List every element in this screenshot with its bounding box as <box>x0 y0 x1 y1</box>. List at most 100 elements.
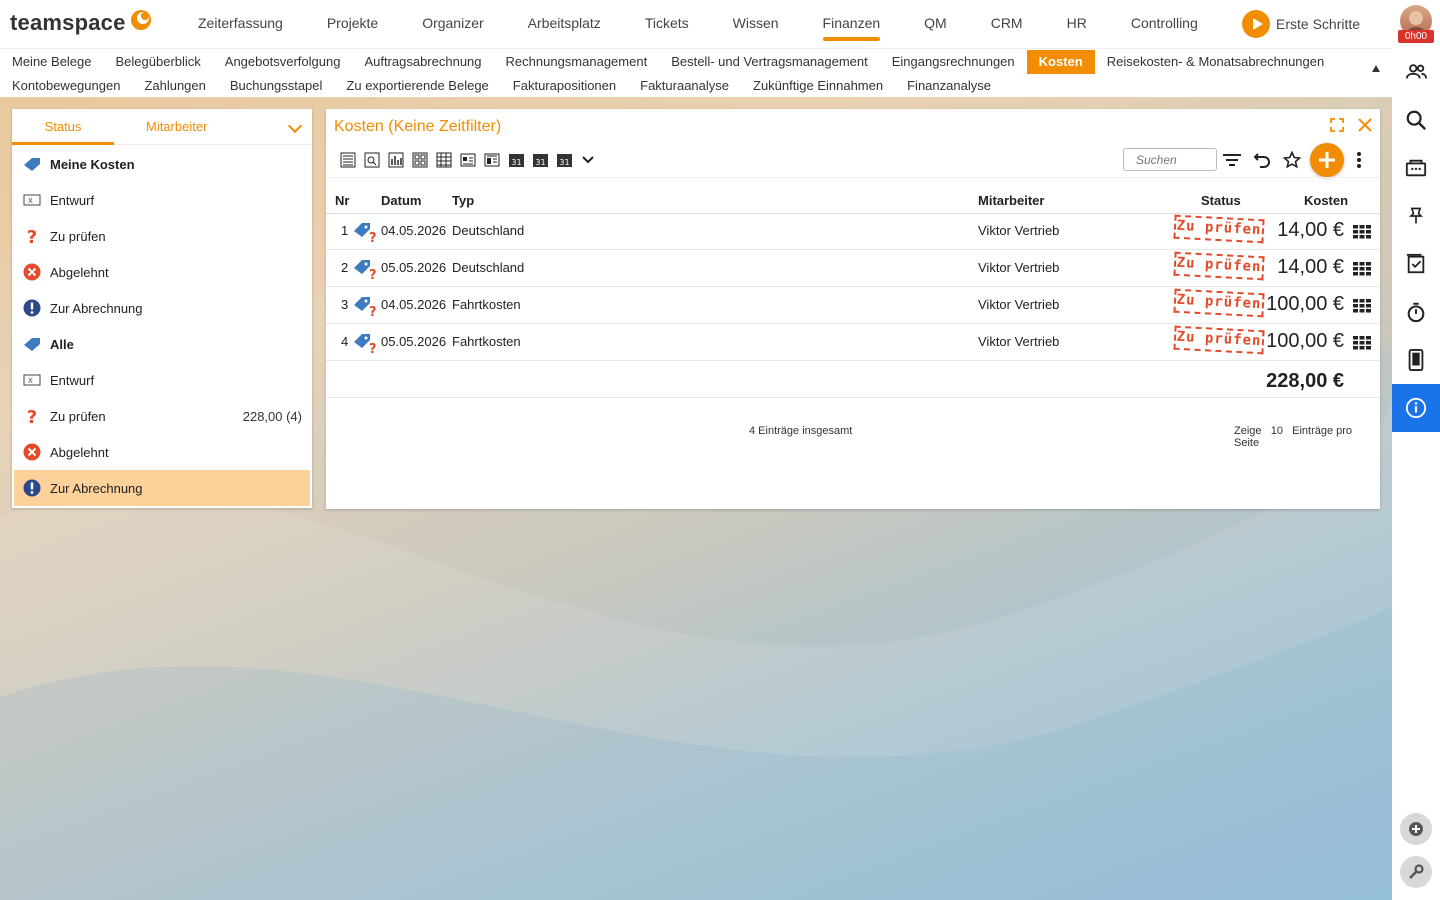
tile-view-icon[interactable] <box>408 148 432 172</box>
col-mitarbeiter[interactable]: Mitarbeiter <box>978 193 1044 208</box>
list-view-icon[interactable] <box>336 148 360 172</box>
col-kosten[interactable]: Kosten <box>1304 193 1348 208</box>
task-icon[interactable] <box>1392 240 1440 288</box>
rejected-icon <box>14 443 50 461</box>
undo-icon[interactable] <box>1249 147 1275 173</box>
nav-item-organizer[interactable]: Organizer <box>400 0 505 48</box>
right-sidebar <box>1392 48 1440 900</box>
collapse-caret-icon[interactable] <box>1372 65 1380 72</box>
table-row[interactable]: 1? 04.05.2026 Deutschland Viktor Vertrieb Zu… <box>326 213 1380 250</box>
close-icon[interactable] <box>1356 116 1374 134</box>
logo[interactable]: teamspace <box>10 10 152 36</box>
nav-item-crm[interactable]: CRM <box>969 0 1045 48</box>
top-bar: teamspace Zeiterfassung Projekte Organizer… <box>0 0 1440 48</box>
search-icon[interactable] <box>1392 96 1440 144</box>
subnav-item[interactable]: Zahlungen <box>132 74 217 98</box>
status-filter-item[interactable]: Alle <box>14 326 310 362</box>
more-vertical-icon[interactable] <box>1346 147 1372 173</box>
add-button[interactable] <box>1310 143 1344 177</box>
gallery-view-icon[interactable] <box>480 148 504 172</box>
status-filter-item[interactable]: Abgelehnt <box>14 254 310 290</box>
tab-status[interactable]: Status <box>12 109 114 145</box>
col-typ[interactable]: Typ <box>452 193 474 208</box>
mobile-icon[interactable] <box>1392 336 1440 384</box>
grid-menu-icon[interactable] <box>1353 336 1371 353</box>
expand-icon[interactable] <box>1330 118 1344 132</box>
filter-icon[interactable] <box>1219 147 1245 173</box>
subnav-item[interactable]: Rechnungsmanagement <box>494 50 660 74</box>
page-size-select[interactable]: 10 <box>1271 425 1283 437</box>
nav-item-wissen[interactable]: Wissen <box>711 0 801 48</box>
col-nr[interactable]: Nr <box>335 193 349 208</box>
add-widget-icon[interactable] <box>1400 813 1432 845</box>
grid-menu-icon[interactable] <box>1353 225 1371 242</box>
subnav-item[interactable]: Zu exportierende Belege <box>334 74 500 98</box>
calendar-week-icon[interactable]: 31 <box>528 148 552 172</box>
table-view-icon[interactable] <box>432 148 456 172</box>
inbox-icon[interactable] <box>1392 144 1440 192</box>
chevron-down-icon[interactable] <box>576 148 600 172</box>
subnav-item[interactable]: Eingangsrechnungen <box>880 50 1027 74</box>
nav-item-projekte[interactable]: Projekte <box>305 0 400 48</box>
table-row[interactable]: 2? 05.05.2026 Deutschland Viktor Vertrieb Zu… <box>326 250 1380 287</box>
status-filter-item[interactable]: Abgelehnt <box>14 434 310 470</box>
wrench-icon[interactable] <box>1400 856 1432 888</box>
grid-menu-icon[interactable] <box>1353 299 1371 316</box>
col-status[interactable]: Status <box>1201 193 1241 208</box>
people-icon[interactable] <box>1392 48 1440 96</box>
subnav-item[interactable]: Fakturapositionen <box>501 74 628 98</box>
col-datum[interactable]: Datum <box>381 193 421 208</box>
subnav-item[interactable]: Auftragsabrechnung <box>352 50 493 74</box>
subnav-item[interactable]: Angebotsverfolgung <box>213 50 353 74</box>
sub-nav-row-1: Meine Belege Belegüberblick Angebotsverfol… <box>0 50 1336 74</box>
subnav-item[interactable]: Finanzanalyse <box>895 74 1003 98</box>
grid-menu-icon[interactable] <box>1353 262 1371 279</box>
subnav-item[interactable]: Belegüberblick <box>104 50 213 74</box>
star-icon[interactable] <box>1279 147 1305 173</box>
status-filter-item[interactable]: ? Zu prüfen <box>14 218 310 254</box>
chart-view-icon[interactable] <box>384 148 408 172</box>
nav-item-qm[interactable]: QM <box>902 0 969 48</box>
subnav-item[interactable]: Bestell- und Vertragsmanagement <box>659 50 880 74</box>
calendar-month-icon[interactable]: 31 <box>552 148 576 172</box>
status-stamp: Zu prüfen <box>1173 288 1265 318</box>
subnav-item[interactable]: Kontobewegungen <box>0 74 132 98</box>
detail-view-icon[interactable] <box>360 148 384 172</box>
nav-item-hr[interactable]: HR <box>1045 0 1109 48</box>
subnav-item[interactable]: Meine Belege <box>0 50 104 74</box>
stopwatch-icon[interactable] <box>1392 288 1440 336</box>
question-icon: ? <box>14 227 50 245</box>
pin-icon[interactable] <box>1392 192 1440 240</box>
nav-item-finanzen[interactable]: Finanzen <box>801 0 903 48</box>
nav-item-controlling[interactable]: Controlling <box>1109 0 1220 48</box>
status-filter-item[interactable]: Zur Abrechnung <box>14 290 310 326</box>
cell-datum: 05.05.2026 <box>381 260 447 275</box>
chevron-down-icon[interactable] <box>287 118 303 134</box>
info-icon[interactable] <box>1392 384 1440 432</box>
status-filter-item[interactable]: ? Zu prüfen 228,00 (4) <box>14 398 310 434</box>
card-view-icon[interactable] <box>456 148 480 172</box>
time-badge[interactable]: 0h00 <box>1398 30 1434 43</box>
nav-item-tickets[interactable]: Tickets <box>623 0 711 48</box>
nav-item-zeiterfassung[interactable]: Zeiterfassung <box>176 0 305 48</box>
table-row[interactable]: 3? 04.05.2026 Fahrtkosten Viktor Vertrieb Zu… <box>326 287 1380 324</box>
table-row[interactable]: 4? 05.05.2026 Fahrtkosten Viktor Vertrieb Zu… <box>326 324 1380 361</box>
tab-mitarbeiter[interactable]: Mitarbeiter <box>146 109 207 145</box>
first-steps-button[interactable]: Erste Schritte <box>1242 10 1360 38</box>
subnav-item[interactable]: Reisekosten- & Monatsabrechnungen <box>1095 50 1337 74</box>
status-filter-label: Zu prüfen <box>50 408 106 424</box>
status-filter-item[interactable]: X Entwurf <box>14 362 310 398</box>
subnav-item[interactable]: Buchungsstapel <box>218 74 335 98</box>
subnav-item[interactable]: Kosten <box>1026 50 1095 74</box>
status-filter-item[interactable]: Zur Abrechnung <box>14 470 310 506</box>
subnav-item[interactable]: Fakturaanalyse <box>628 74 741 98</box>
status-filter-item[interactable]: Meine Kosten <box>14 146 310 182</box>
cell-kosten: 14,00 € <box>1277 219 1344 241</box>
status-filter-item[interactable]: X Entwurf <box>14 182 310 218</box>
subnav-item[interactable]: Zukünftige Einnahmen <box>741 74 895 98</box>
nav-item-arbeitsplatz[interactable]: Arbeitsplatz <box>506 0 623 48</box>
calendar-day-icon[interactable]: 31 <box>504 148 528 172</box>
search-input[interactable] <box>1123 148 1217 171</box>
status-filter-panel: Status Mitarbeiter Meine Kosten X Entwurf?… <box>12 109 312 508</box>
tag-icon <box>14 336 50 352</box>
